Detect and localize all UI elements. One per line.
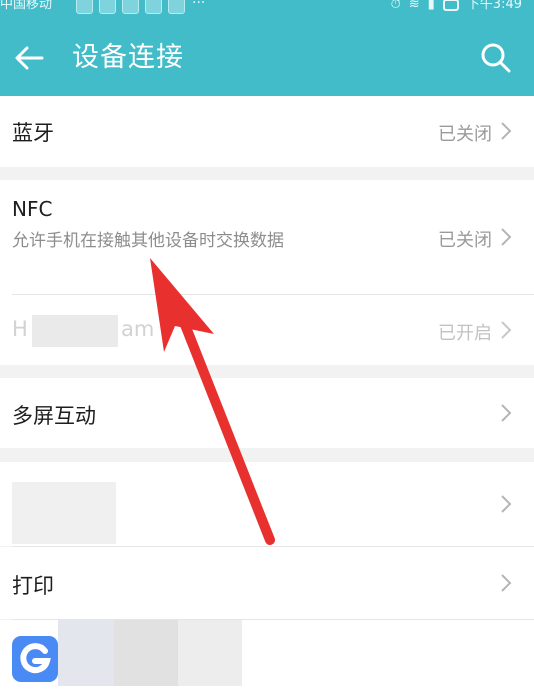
app-icon-5 <box>168 0 185 14</box>
app-icon-4 <box>145 0 162 14</box>
google-icon <box>12 636 58 682</box>
bluetooth-label: 蓝牙 <box>12 121 54 145</box>
app-icon-1 <box>76 0 93 14</box>
chevron-right-icon <box>501 122 512 140</box>
chevron-right-icon <box>501 228 512 246</box>
chevron-right-icon <box>501 321 512 339</box>
multiscreen-row[interactable]: 多屏互动 <box>0 378 534 448</box>
status-bar: 中国移动 ··· ⏱ ≋ ▮ 下午3:49 <box>0 0 534 16</box>
app-icon-2 <box>99 0 116 14</box>
status-right: ⏱ ≋ ▮ 下午3:49 <box>391 0 522 12</box>
chevron-right-icon <box>501 495 512 513</box>
huawei-beam-label-end: am <box>121 317 155 341</box>
carrier-name: 中国移动 <box>0 0 53 12</box>
redacted-label <box>32 315 118 347</box>
battery-icon <box>442 0 459 11</box>
back-arrow-icon[interactable] <box>12 41 46 75</box>
notification-icons <box>76 0 185 14</box>
redacted-label <box>12 482 116 544</box>
huawei-beam-row[interactable]: H am 已开启 <box>0 295 534 365</box>
nfc-label: NFC <box>12 197 53 221</box>
multiscreen-label: 多屏互动 <box>12 404 96 428</box>
clock-time: 下午3:49 <box>466 0 522 12</box>
redacted-label <box>114 620 178 686</box>
huawei-beam-label-start: H <box>12 317 28 341</box>
alarm-icon: ⏱ <box>390 0 401 12</box>
print-row[interactable]: 打印 <box>0 547 534 619</box>
print-label: 打印 <box>12 574 54 598</box>
bluetooth-status: 已关闭 <box>438 124 492 145</box>
redacted-row[interactable] <box>0 462 534 546</box>
signal-icon: ▮ <box>427 0 435 12</box>
page-title: 设备连接 <box>72 42 184 73</box>
redacted-label <box>58 620 114 686</box>
search-icon[interactable] <box>480 42 512 74</box>
nfc-row[interactable]: NFC 允许手机在接触其他设备时交换数据 已关闭 <box>0 180 534 295</box>
chevron-right-icon <box>501 404 512 422</box>
app-icon-3 <box>122 0 139 14</box>
nfc-description: 允许手机在接触其他设备时交换数据 <box>12 231 284 251</box>
app-toolbar: 设备连接 <box>0 16 534 96</box>
redacted-label <box>178 620 242 686</box>
bluetooth-row[interactable]: 蓝牙 已关闭 <box>0 96 534 167</box>
huawei-beam-status: 已开启 <box>438 323 492 344</box>
nfc-status: 已关闭 <box>438 230 492 251</box>
more-notifications-indicator: ··· <box>192 0 206 11</box>
google-row[interactable] <box>0 620 534 698</box>
chevron-right-icon <box>501 574 512 592</box>
wifi-icon: ≋ <box>408 0 420 12</box>
